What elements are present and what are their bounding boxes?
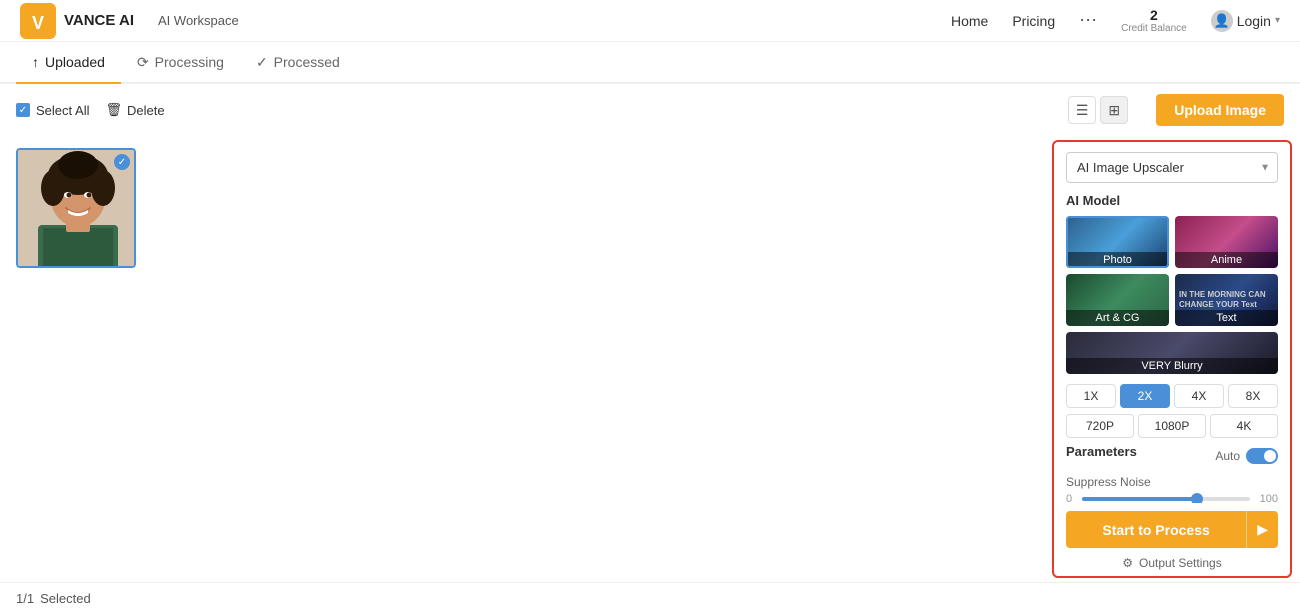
trash-icon: 🗑 <box>105 102 122 118</box>
status-bar: 1/1 Selected <box>0 582 1300 614</box>
selected-label: Selected <box>40 591 91 606</box>
model-text-label: Text <box>1175 310 1278 326</box>
suppress-noise-label: Suppress Noise <box>1066 475 1278 489</box>
gear-icon: ⚙ <box>1122 556 1133 570</box>
credit-balance: 2 Credit Balance <box>1121 7 1187 34</box>
model-artcg-label: Art & CG <box>1066 310 1169 326</box>
tab-processed[interactable]: ✓ Processed <box>240 42 356 84</box>
process-section: Start to Process ▶ <box>1054 503 1290 556</box>
resolution-options-row: 720P 1080P 4K <box>1066 414 1278 438</box>
model-blurry[interactable]: VERY Blurry <box>1066 332 1278 374</box>
scale-4x-button[interactable]: 4X <box>1174 384 1224 408</box>
model-anime[interactable]: Anime <box>1175 216 1278 268</box>
parameters-header: Parameters Auto <box>1066 444 1278 467</box>
noise-max-value: 100 <box>1254 493 1278 503</box>
right-panel: AI Image Upscaler AI Image Denoiser AI I… <box>1052 140 1292 578</box>
suppress-noise-slider-row: 0 100 <box>1066 493 1278 503</box>
tool-dropdown[interactable]: AI Image Upscaler AI Image Denoiser AI I… <box>1066 152 1278 183</box>
delete-label: Delete <box>127 103 165 118</box>
image-area: ✓ <box>0 136 1052 582</box>
workspace-label: AI Workspace <box>158 13 239 28</box>
nav-home[interactable]: Home <box>951 13 988 29</box>
panel-inner: AI Image Upscaler AI Image Denoiser AI I… <box>1054 142 1290 503</box>
processed-tab-icon: ✓ <box>256 54 268 71</box>
suppress-noise-param: Suppress Noise 0 100 <box>1066 475 1278 503</box>
tab-processed-label: Processed <box>274 54 340 70</box>
credit-label: Credit Balance <box>1121 23 1187 34</box>
image-selected-indicator: ✓ <box>114 154 130 170</box>
toolbar: Select All 🗑 Delete ☰ ⊞ Upload Image <box>0 84 1300 136</box>
user-avatar-icon: 👤 <box>1211 10 1233 32</box>
model-photo[interactable]: Photo <box>1066 216 1169 268</box>
auto-toggle[interactable]: Auto <box>1215 448 1278 464</box>
tab-uploaded[interactable]: ↑ Uploaded <box>16 42 121 84</box>
scale-8x-button[interactable]: 8X <box>1228 384 1278 408</box>
scale-1x-button[interactable]: 1X <box>1066 384 1116 408</box>
login-button[interactable]: 👤 Login ▾ <box>1211 10 1280 32</box>
model-grid: Photo Anime Art & CG IN THE MORNING CAN … <box>1066 216 1278 374</box>
model-anime-label: Anime <box>1175 252 1278 268</box>
noise-min-value: 0 <box>1066 493 1078 503</box>
processing-tab-icon: ⟳ <box>137 54 149 71</box>
upload-tab-icon: ↑ <box>32 54 39 70</box>
start-process-button[interactable]: Start to Process <box>1066 511 1246 548</box>
logo-text: VANCE AI <box>64 12 134 29</box>
output-settings-link[interactable]: ⚙ Output Settings <box>1054 556 1290 576</box>
suppress-noise-slider[interactable] <box>1082 497 1250 501</box>
res-4k-button[interactable]: 4K <box>1210 414 1278 438</box>
header: V VANCE AI AI Workspace Home Pricing ⋯ 2… <box>0 0 1300 42</box>
tabs-bar: ↑ Uploaded ⟳ Processing ✓ Processed <box>0 42 1300 84</box>
grid-view-button[interactable]: ⊞ <box>1100 96 1128 124</box>
more-options-icon[interactable]: ⋯ <box>1079 10 1097 31</box>
main-content: ✓ AI Image Upscaler AI Image Denoiser AI… <box>0 136 1300 582</box>
model-artcg[interactable]: Art & CG <box>1066 274 1169 326</box>
auto-label: Auto <box>1215 449 1240 463</box>
model-photo-label: Photo <box>1066 252 1169 268</box>
res-720p-button[interactable]: 720P <box>1066 414 1134 438</box>
tab-processing[interactable]: ⟳ Processing <box>121 42 240 84</box>
nav-pricing[interactable]: Pricing <box>1012 13 1055 29</box>
model-text[interactable]: IN THE MORNING CAN CHANGE YOUR Text Text <box>1175 274 1278 326</box>
tool-dropdown-wrapper[interactable]: AI Image Upscaler AI Image Denoiser AI I… <box>1066 152 1278 183</box>
credit-count: 2 <box>1150 7 1158 23</box>
svg-text:V: V <box>32 13 44 33</box>
ai-model-section-title: AI Model <box>1066 193 1278 208</box>
select-all-button[interactable]: Select All <box>16 103 89 118</box>
image-grid: ✓ <box>16 148 1036 268</box>
vance-logo-icon: V <box>20 3 56 39</box>
login-chevron-icon: ▾ <box>1275 15 1280 26</box>
res-1080p-button[interactable]: 1080P <box>1138 414 1206 438</box>
view-toggle: ☰ ⊞ <box>1068 96 1128 124</box>
process-arrow-button[interactable]: ▶ <box>1246 511 1278 548</box>
select-all-label: Select All <box>36 103 89 118</box>
delete-button[interactable]: 🗑 Delete <box>105 102 164 118</box>
header-nav: Home Pricing ⋯ 2 Credit Balance 👤 Login … <box>951 7 1280 34</box>
list-view-button[interactable]: ☰ <box>1068 96 1096 124</box>
model-blurry-label: VERY Blurry <box>1066 358 1278 374</box>
auto-toggle-switch[interactable] <box>1246 448 1278 464</box>
scale-options-row: 1X 2X 4X 8X <box>1066 384 1278 408</box>
scale-2x-button[interactable]: 2X <box>1120 384 1170 408</box>
image-count: 1/1 <box>16 591 34 606</box>
tab-processing-label: Processing <box>155 54 224 70</box>
upload-image-button[interactable]: Upload Image <box>1156 94 1284 126</box>
login-label: Login <box>1237 13 1271 29</box>
output-settings-label: Output Settings <box>1139 556 1222 570</box>
parameters-title: Parameters <box>1066 444 1137 459</box>
select-all-checkbox[interactable] <box>16 103 30 117</box>
logo[interactable]: V VANCE AI <box>20 3 134 39</box>
tab-uploaded-label: Uploaded <box>45 54 105 70</box>
image-item[interactable]: ✓ <box>16 148 136 268</box>
